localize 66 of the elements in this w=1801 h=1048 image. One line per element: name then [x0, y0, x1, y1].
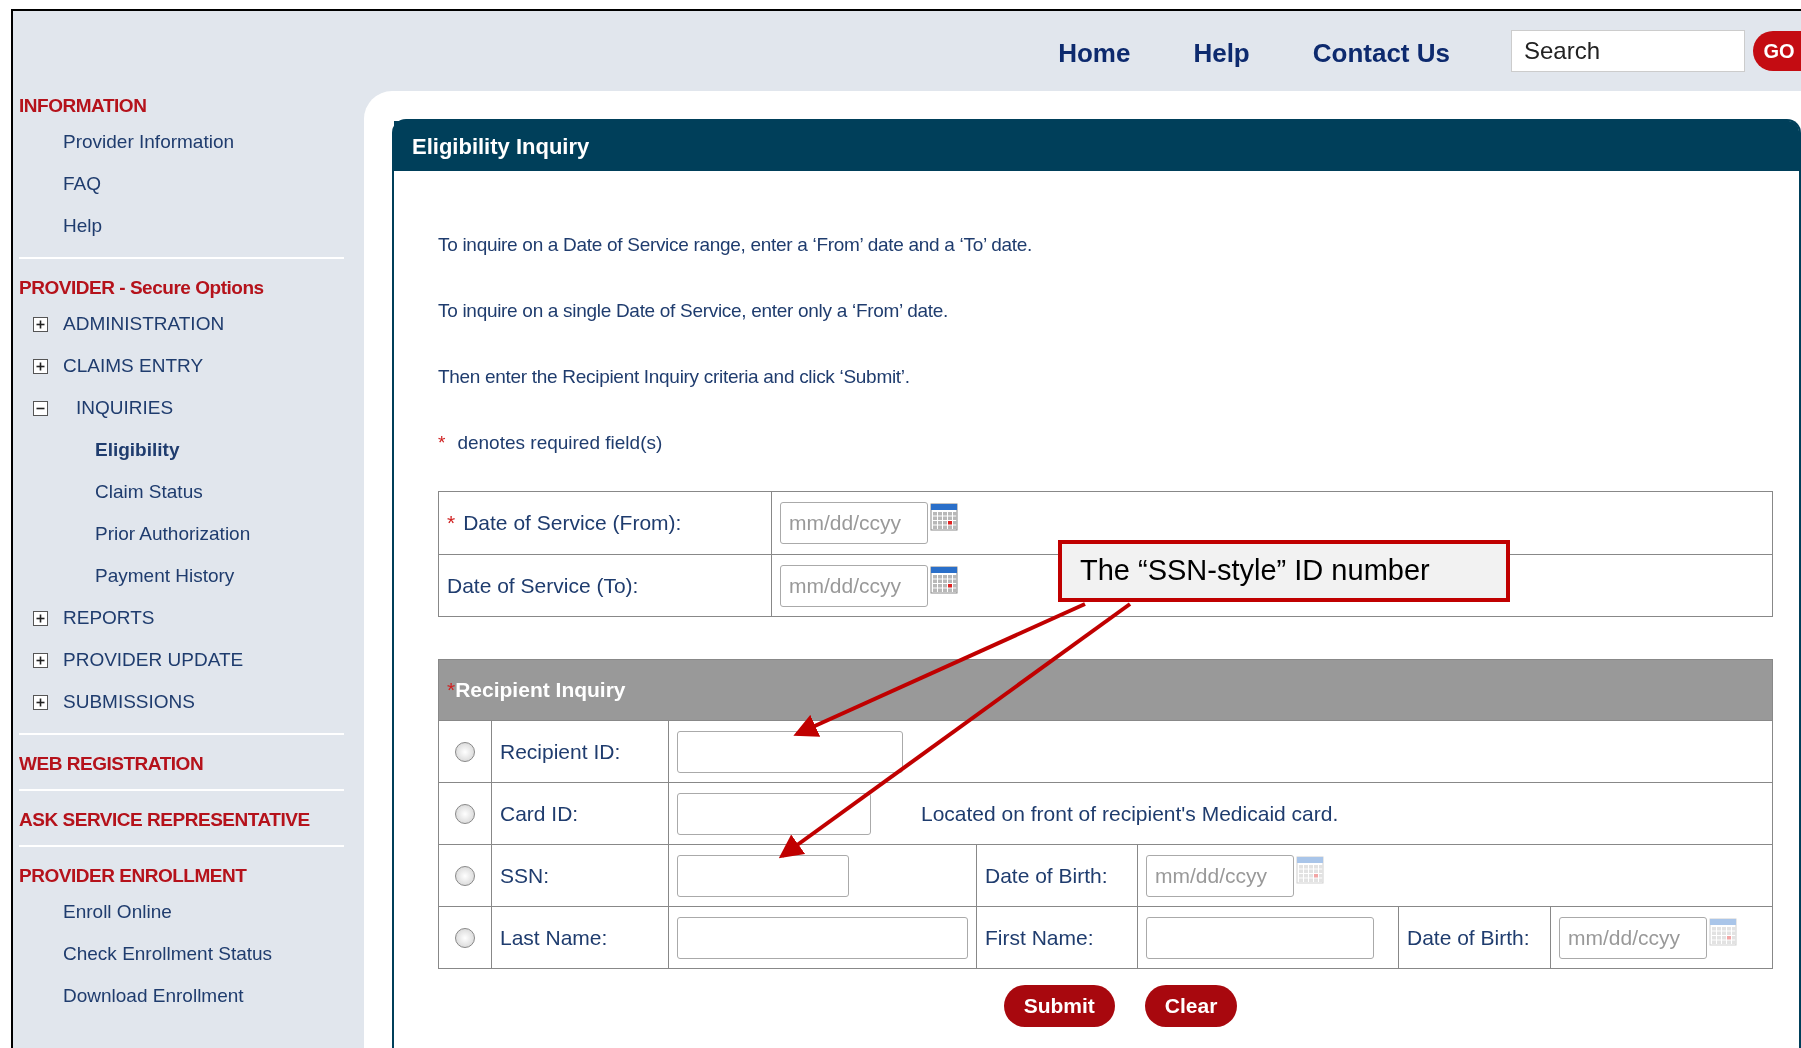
sidebar-link[interactable]: INQUIRIES — [76, 393, 174, 423]
sidebar-link[interactable]: Eligibility — [95, 435, 180, 465]
expand-icon[interactable] — [33, 358, 48, 374]
sidebar-link[interactable]: Prior Authorization — [95, 519, 251, 549]
submit-button[interactable]: Submit — [1003, 985, 1115, 1027]
section-heading[interactable]: WEB REGISTRATION — [19, 749, 204, 779]
sidebar-link[interactable]: CLAIMS ENTRY — [63, 351, 204, 381]
input-field[interactable] — [677, 854, 849, 897]
input-field[interactable] — [677, 916, 968, 959]
field-label: Recipient ID: — [500, 738, 621, 765]
go-button[interactable]: GO — [1753, 31, 1801, 71]
instruction-text: To inquire on a Date of Service range, enter a ‘From’ date and a ‘To’ date. — [438, 233, 1033, 257]
expand-icon[interactable] — [33, 652, 48, 668]
calendar-icon[interactable] — [930, 503, 958, 531]
instruction-text: To inquire on a single Date of Service, enter only a ‘From’ date. — [438, 299, 949, 323]
radio-button[interactable] — [455, 803, 475, 824]
callout-text: The “SSN-style” ID number — [1080, 553, 1430, 589]
field-label: SSN: — [500, 862, 549, 889]
section-heading[interactable]: PROVIDER ENROLLMENT — [19, 861, 247, 891]
expand-icon[interactable] — [33, 610, 48, 626]
sidebar-link[interactable]: Download Enrollment — [63, 981, 244, 1011]
sidebar-link[interactable]: FAQ — [63, 169, 101, 199]
section-header: *Recipient Inquiry — [439, 660, 1772, 720]
sidebar-link[interactable]: Provider Information — [63, 127, 235, 157]
field-label: * Date of Service (From): — [447, 510, 682, 537]
required-note: * denotes required field(s) — [438, 431, 664, 455]
expand-icon[interactable] — [33, 316, 48, 332]
section-heading[interactable]: INFORMATION — [19, 91, 147, 121]
panel-title: Eligibility Inquiry — [412, 132, 590, 161]
radio-button[interactable] — [455, 865, 475, 886]
input-field[interactable] — [1146, 916, 1374, 959]
section-heading[interactable]: PROVIDER - Secure Options — [19, 273, 264, 303]
field-label: Date of Service (To): — [447, 572, 639, 599]
sidebar-link[interactable]: PROVIDER UPDATE — [63, 645, 244, 675]
sidebar-link[interactable]: Enroll Online — [63, 897, 172, 927]
nav-link[interactable]: Home — [1058, 33, 1131, 73]
date-field[interactable]: mm/dd/ccyy — [1146, 854, 1294, 897]
input-field[interactable] — [677, 730, 903, 773]
search-field[interactable]: Search — [1511, 30, 1745, 72]
sidebar-link[interactable]: Check Enrollment Status — [63, 939, 273, 969]
field-label: Date of Birth: — [1407, 924, 1530, 951]
collapse-icon[interactable] — [33, 400, 48, 416]
nav-link[interactable]: Contact Us — [1312, 33, 1450, 73]
date-field[interactable]: mm/dd/ccyy — [780, 502, 928, 544]
expand-icon[interactable] — [33, 694, 48, 710]
radio-button[interactable] — [455, 741, 475, 762]
nav-link[interactable]: Help — [1193, 33, 1250, 73]
sidebar-link[interactable]: Claim Status — [95, 477, 203, 507]
calendar-icon[interactable] — [930, 565, 958, 594]
section-heading[interactable]: ASK SERVICE REPRESENTATIVE — [19, 805, 310, 835]
field-label: First Name: — [985, 924, 1094, 951]
field-label: Date of Birth: — [985, 862, 1108, 889]
sidebar-link[interactable]: Help — [63, 211, 103, 241]
hint-text: Located on front of recipient's Medicaid card. — [921, 800, 1339, 827]
clear-button[interactable]: Clear — [1144, 985, 1238, 1027]
field-label: Last Name: — [500, 924, 608, 951]
sidebar-link[interactable]: REPORTS — [63, 603, 155, 633]
input-field[interactable] — [677, 792, 871, 835]
sidebar-link[interactable]: Payment History — [95, 561, 235, 591]
radio-button[interactable] — [455, 927, 475, 948]
date-field[interactable]: mm/dd/ccyy — [780, 564, 928, 607]
field-label: Card ID: — [500, 800, 579, 827]
date-field[interactable]: mm/dd/ccyy — [1559, 916, 1707, 959]
sidebar-link[interactable]: ADMINISTRATION — [63, 309, 225, 339]
sidebar-link[interactable]: SUBMISSIONS — [63, 687, 195, 717]
instruction-text: Then enter the Recipient Inquiry criteria and click ‘Submit’. — [438, 365, 911, 389]
